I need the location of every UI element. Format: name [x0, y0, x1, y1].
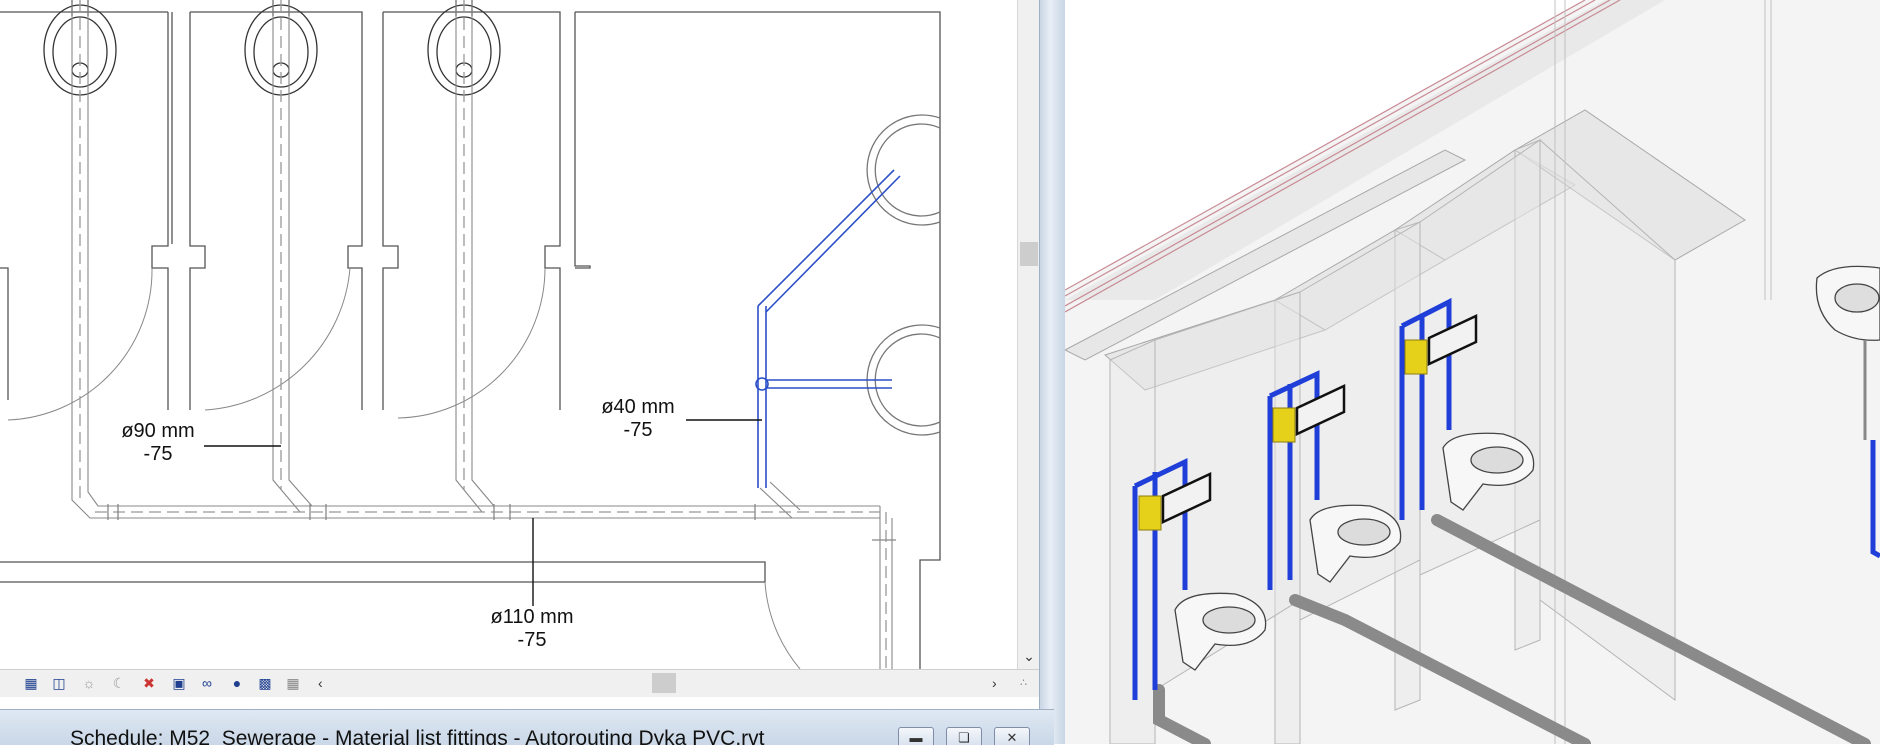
scroll-left-icon[interactable]: ‹ [318, 674, 334, 692]
schedule-window-title: Schedule: M52_Sewerage - Material list f… [70, 727, 765, 745]
scale-icon[interactable]: ▦ [22, 674, 40, 692]
detail-level-icon[interactable]: ◫ [50, 674, 68, 692]
horizontal-scroll-thumb[interactable] [652, 673, 676, 693]
dimension-label-90mm: ø90 mm -75 [121, 420, 195, 465]
temporary-view-properties-icon[interactable]: ▦ [284, 674, 302, 692]
show-crop-icon[interactable]: ∞ [198, 674, 216, 692]
resize-grip-icon[interactable]: ∴ [1020, 676, 1034, 692]
3d-view[interactable] [1065, 0, 1880, 744]
close-button[interactable]: ✕ [994, 727, 1030, 745]
dimension-label-110mm: ø110 mm -75 [490, 606, 574, 651]
floor-plan-view[interactable]: ø90 mm -75 ø40 mm -75 ø110 mm -75 [0, 0, 1017, 669]
vertical-scroll-thumb[interactable] [1020, 242, 1038, 266]
window-splitter[interactable] [1039, 0, 1067, 744]
shadows-icon[interactable]: ✖ [140, 674, 158, 692]
scroll-down-icon[interactable]: ⌄ [1018, 646, 1040, 666]
schedule-window[interactable]: Schedule: M52_Sewerage - Material list f… [0, 709, 1054, 745]
reveal-hidden-icon[interactable]: ▩ [256, 674, 274, 692]
sun-path-icon[interactable]: ☾ [110, 674, 128, 692]
crop-view-icon[interactable]: ▣ [170, 674, 188, 692]
vertical-scrollbar[interactable]: ⌄ [1017, 0, 1040, 669]
restore-button[interactable]: ❏ [946, 727, 982, 745]
scroll-right-icon[interactable]: › [992, 674, 1008, 692]
dimension-label-40mm: ø40 mm -75 [601, 396, 675, 441]
minimize-button[interactable]: ▬ [898, 727, 934, 745]
view-control-bar: ▦ ◫ ☼ ☾ ✖ ▣ ∞ ● ▩ ▦ ‹ › ∴ [0, 669, 1039, 697]
plan-drawing [0, 0, 941, 669]
temporary-hide-icon[interactable]: ● [228, 674, 246, 692]
visual-style-icon[interactable]: ☼ [80, 674, 98, 692]
3d-model-drawing [1065, 0, 1880, 744]
